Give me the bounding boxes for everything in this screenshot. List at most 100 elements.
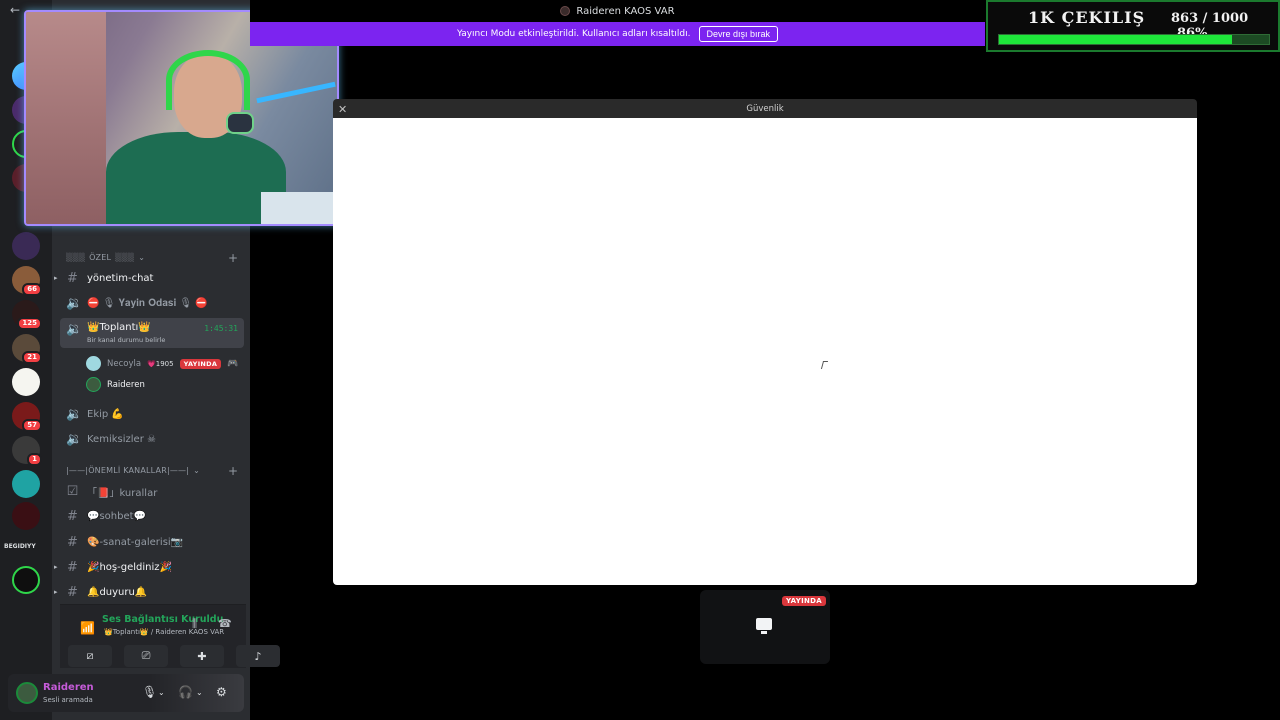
channel-label: Ekip 💪 xyxy=(87,408,124,420)
server-icon[interactable]: 57 xyxy=(12,402,42,432)
server-icon[interactable] xyxy=(12,566,40,594)
speaker-icon: 🔉 xyxy=(66,295,83,311)
giveaway-progress-fill xyxy=(999,35,1232,44)
channel-label: yönetim-chat xyxy=(87,272,154,284)
category-decoration: ▒▒▒ xyxy=(66,253,86,262)
channel-sanat-galerisi[interactable]: # 🎨-sanat-galerisi📷 xyxy=(60,531,244,553)
channel-sohbet[interactable]: # 💬sohbet💬 xyxy=(60,505,244,527)
server-icon[interactable] xyxy=(12,368,40,396)
microphone-icon[interactable]: 🎙 xyxy=(142,685,157,699)
soundboard-button[interactable]: ♪ xyxy=(236,645,280,667)
microphone-icon xyxy=(226,112,254,134)
channel-kurallar[interactable]: ☑ 「📕」kurallar xyxy=(60,480,244,502)
add-channel-icon[interactable]: + xyxy=(228,251,238,265)
streamer-mode-banner: Yayıncı Modu etkinleştirildi. Kullanıcı … xyxy=(250,22,985,46)
back-arrow-icon[interactable]: ← xyxy=(10,3,20,17)
screen-share-button[interactable]: ⎚ xyxy=(124,645,168,667)
category-private[interactable]: ▒▒▒ ÖZEL ▒▒▒ ⌄ + xyxy=(66,251,238,265)
avatar[interactable] xyxy=(16,682,38,704)
server-icon[interactable] xyxy=(12,232,40,260)
server-icon[interactable] xyxy=(12,502,40,530)
voice-user-name: Necoyla xyxy=(107,358,142,369)
channel-label: Kemiksizler ☠ xyxy=(87,433,156,445)
category-label: |——|ÖNEMLİ KANALLAR|——| xyxy=(66,466,190,475)
camera-off-button[interactable]: ⧄ xyxy=(68,645,112,667)
server-text-icon[interactable]: BEGIDIYY xyxy=(4,543,36,550)
channel-label: 🔔duyuru🔔 xyxy=(87,586,148,598)
mention-badge: 125 xyxy=(17,317,42,330)
server-icon[interactable]: 1 xyxy=(12,436,42,466)
speaker-icon: 🔉 xyxy=(66,322,83,337)
security-modal-body[interactable] xyxy=(333,118,1197,585)
mention-badge: 66 xyxy=(22,283,42,296)
close-icon[interactable]: ✕ xyxy=(338,103,347,116)
mention-badge: 57 xyxy=(22,419,42,432)
server-icon[interactable]: 125 xyxy=(12,300,42,330)
activities-button[interactable]: ✚ xyxy=(180,645,224,667)
chevron-down-icon[interactable]: ⌄ xyxy=(158,688,165,697)
gear-icon[interactable]: ⚙ xyxy=(216,685,227,699)
channel-yonetim-chat[interactable]: ▸ # yönetim-chat xyxy=(54,267,244,289)
soundboard-icon: ♪ xyxy=(254,649,262,663)
disconnect-icon[interactable]: ☎ xyxy=(218,617,232,631)
hash-icon: # xyxy=(67,584,78,600)
disable-streamer-mode-button[interactable]: Devre dışı bırak xyxy=(698,26,779,42)
noise-suppression-icon[interactable]: ⫼ xyxy=(192,617,206,631)
voice-user-tag: 💗1905 xyxy=(147,359,174,368)
modal-title: Güvenlik xyxy=(746,103,784,114)
avatar xyxy=(86,377,101,392)
channel-duyuru[interactable]: ▸ # 🔔duyuru🔔 xyxy=(54,581,244,603)
giveaway-title: 1K ÇEKILIŞ xyxy=(1028,8,1146,27)
channel-status[interactable]: Bir kanal durumu belirle xyxy=(87,336,165,344)
streamer-mode-text: Yayıncı Modu etkinleştirildi. Kullanıcı … xyxy=(456,29,691,39)
server-icon[interactable] xyxy=(12,470,40,498)
rules-icon: ☑ xyxy=(66,483,79,499)
category-important[interactable]: |——|ÖNEMLİ KANALLAR|——| ⌄ + xyxy=(66,464,238,478)
activity-icon: 🎮 xyxy=(227,358,239,369)
security-modal-header: Güvenlik xyxy=(333,99,1197,118)
channel-yayin-odasi[interactable]: 🔉 ⛔ 🎙 𝐘𝐚𝐲𝐢𝐧 𝐎𝐝𝐚𝐬𝐢 🎙 ⛔ xyxy=(60,292,244,314)
signal-icon: 📶 xyxy=(80,621,95,635)
voice-user-name: Raideren xyxy=(107,379,145,390)
voice-user[interactable]: Raideren xyxy=(86,377,145,392)
channel-hos-geldiniz[interactable]: ▸ # 🎉hoş-geldiniz🎉 xyxy=(54,556,244,578)
expand-icon: ▸ xyxy=(54,274,58,282)
voice-connection-panel: 📶 Ses Bağlantısı Kuruldu 👑Toplantı👑 / Ra… xyxy=(60,604,280,668)
webcam-person-body xyxy=(106,132,286,224)
channel-label: 🎨-sanat-galerisi📷 xyxy=(87,536,184,548)
giveaway-progress-bar xyxy=(998,34,1270,45)
add-channel-icon[interactable]: + xyxy=(228,464,238,478)
speaker-icon: 🔉 xyxy=(66,406,83,422)
channel-ekip[interactable]: 🔉 Ekip 💪 xyxy=(60,403,244,425)
hash-icon: # xyxy=(67,270,78,286)
activities-icon: ✚ xyxy=(197,649,207,663)
category-decoration: ▒▒▒ xyxy=(115,253,135,262)
webcam-background xyxy=(26,12,106,224)
category-label: ÖZEL xyxy=(89,253,112,262)
server-icon[interactable]: 21 xyxy=(12,334,42,364)
hash-icon: # xyxy=(67,534,78,550)
live-badge: YAYINDA xyxy=(179,358,222,369)
webcam-desk xyxy=(261,192,337,224)
hash-icon: # xyxy=(67,559,78,575)
stream-tile[interactable]: YAYINDA xyxy=(700,590,830,664)
channel-kemiksizler[interactable]: 🔉 Kemiksizler ☠ xyxy=(60,428,244,450)
voice-status-subtitle[interactable]: 👑Toplantı👑 / Raideren KAOS VAR xyxy=(104,628,224,636)
channel-label: 🎉hoş-geldiniz🎉 xyxy=(87,561,172,573)
hash-icon: # xyxy=(67,508,78,524)
giveaway-count-value: 863 / 1000 xyxy=(1171,11,1249,26)
window-title: Raideren KAOS VAR xyxy=(576,5,675,17)
user-name[interactable]: Raideren xyxy=(43,682,94,693)
speaker-icon: 🔉 xyxy=(66,431,83,447)
server-icon[interactable]: 66 xyxy=(12,266,42,296)
screen-share-icon: ⎚ xyxy=(141,649,151,662)
channel-label: 「📕」kurallar xyxy=(87,487,158,499)
channel-toplanti[interactable]: 🔉 👑Toplantı👑 1:45:31 Bir kanal durumu be… xyxy=(60,318,244,348)
expand-icon: ▸ xyxy=(54,563,58,571)
user-panel: Raideren Sesli aramada 🎙 ⌄ 🎧 ⌄ ⚙ xyxy=(8,674,244,712)
voice-user[interactable]: Necoyla 💗1905 YAYINDA 🎮 xyxy=(86,356,238,371)
headphones-icon[interactable]: 🎧 xyxy=(178,685,193,699)
chevron-down-icon[interactable]: ⌄ xyxy=(196,688,203,697)
chevron-down-icon: ⌄ xyxy=(193,466,201,475)
avatar xyxy=(86,356,101,371)
